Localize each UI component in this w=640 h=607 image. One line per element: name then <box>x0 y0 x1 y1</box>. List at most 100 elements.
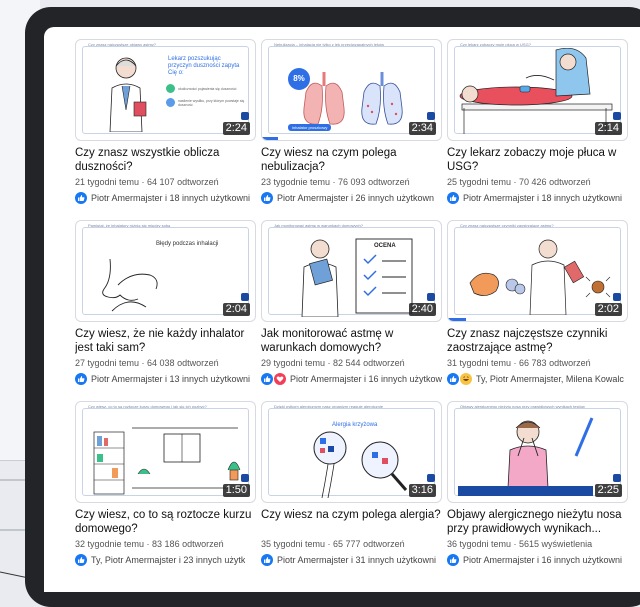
video-title[interactable]: Czy wiesz, że nie każdy inhalator jest t… <box>75 328 256 355</box>
reactions-text: Piotr Amermajster i 31 innych użytkowni <box>277 555 437 565</box>
like-icon <box>261 554 273 566</box>
video-thumbnail[interactable]: Czy wiesz, co to są roztocze kurzu domow… <box>75 401 256 503</box>
reactions-text: Piotr Amermajster i 13 innych użytkowni <box>91 374 251 384</box>
video-meta: 23 tygodnie temu · 76 093 odtworzeń <box>261 177 410 187</box>
thumbnail-heading: Błędy podczas inhalacji <box>156 241 219 247</box>
inhaler-label: inhalator proszkowy <box>288 124 332 131</box>
video-reactions[interactable]: Piotr Amermajster i 26 innych użytkown <box>261 192 442 204</box>
video-thumbnail[interactable]: Czy znasz najczęstsze czynniki zaostrzaj… <box>447 220 628 322</box>
doctor-illustration <box>109 57 147 132</box>
video-duration: 2:40 <box>408 303 436 316</box>
watch-progress-bar <box>448 318 466 321</box>
video-meta: 27 tygodni temu · 64 038 odtworzeń <box>75 358 219 368</box>
video-card[interactable]: Czy wiesz, co to są roztocze kurzu domow… <box>75 401 256 582</box>
reactions-text: Ty, Piotr Amermajster i 23 innych użytk <box>91 555 246 565</box>
thumbnail-heading: Lekarz pozszukując przyczyn duszności za… <box>168 56 240 76</box>
video-thumbnail[interactable]: Czy znasz najczęstsze objawy astmy? Leka… <box>75 39 256 141</box>
brand-logo-icon <box>613 112 621 120</box>
like-icon <box>447 373 459 385</box>
like-icon <box>75 373 87 385</box>
video-card[interactable]: Pamiętaj, że inhalatory różnią się międz… <box>75 220 256 401</box>
thumbnail-point-text: okoliczności pojawienia się duszności <box>178 86 237 91</box>
video-duration: 2:24 <box>222 122 250 135</box>
thumbnail-point-1: okoliczności pojawienia się duszności <box>166 84 248 93</box>
lungs-illustration <box>303 72 403 125</box>
video-meta: 35 tygodni temu · 65 777 odtworzeń <box>261 539 405 549</box>
brand-logo-icon <box>241 474 249 482</box>
video-thumbnail[interactable]: Nebulizacja – inhalacja nie tylko z lek … <box>261 39 442 141</box>
like-icon <box>447 192 459 204</box>
thumbnail-point-2: nasilenie wysiłku, przy którym powstaje … <box>166 98 248 107</box>
video-card[interactable]: Jak monitorować astmę w warunkach domowy… <box>261 220 442 401</box>
video-reactions[interactable]: Piotr Amermajster i 16 innych użytkowni <box>447 554 628 566</box>
video-thumbnail[interactable]: Czy lekarz zobaczy moje płuca w USG? 2:1… <box>447 39 628 141</box>
brand-logo-icon <box>241 112 249 120</box>
video-meta: 31 tygodni temu · 66 783 odtworzeń <box>447 358 591 368</box>
nose-inhalation-illustration <box>102 258 158 312</box>
watch-progress-bar <box>262 137 278 140</box>
video-meta: 36 tygodni temu · 5615 wyświetlenia <box>447 539 593 549</box>
video-title[interactable]: Czy znasz najczęstsze czynniki zaostrzaj… <box>447 328 628 355</box>
like-icon <box>447 554 459 566</box>
video-meta: 29 tygodni temu · 82 544 odtworzeń <box>261 358 405 368</box>
brand-logo-icon <box>613 474 621 482</box>
allergens-illustration <box>469 239 611 315</box>
video-title[interactable]: Czy wiesz na czym polega nebulizacja? <box>261 147 442 174</box>
video-reactions[interactable]: Piotr Amermajster i 31 innych użytkowni <box>261 554 442 566</box>
video-meta: 32 tygodnie temu · 83 186 odtworzeń <box>75 539 224 549</box>
video-title[interactable]: Czy wiesz na czym polega alergia? <box>261 509 442 536</box>
video-title[interactable]: Jak monitorować astmę w warunkach domowy… <box>261 328 442 355</box>
love-icon <box>274 373 286 385</box>
brand-logo-icon <box>427 474 435 482</box>
sneezing-person-illustration <box>507 417 594 488</box>
video-duration: 2:14 <box>594 122 622 135</box>
brand-logo-icon <box>427 293 435 301</box>
video-card[interactable]: Objawy alergicznego nieżytu nosa przy pr… <box>447 401 628 582</box>
reactions-text: Piotr Amermajster i 26 innych użytkown <box>277 193 435 203</box>
subtitle-bar <box>458 486 593 496</box>
video-thumbnail[interactable]: Dzięki pyłkom alergicznym nasz organizm … <box>261 401 442 503</box>
video-title[interactable]: Czy znasz wszystkie oblicza duszności? <box>75 147 256 174</box>
brand-logo-icon <box>613 293 621 301</box>
video-reactions[interactable]: Piotr Amermajster i 18 innych użytkowni <box>447 192 628 204</box>
video-reactions[interactable]: Piotr Amermajster i 18 innych użytkowni <box>75 192 256 204</box>
video-thumbnail[interactable]: Jak monitorować astmę w warunkach domowy… <box>261 220 442 322</box>
like-icon <box>75 192 87 204</box>
number-badge-icon <box>166 98 175 107</box>
like-icon <box>261 373 273 385</box>
video-meta: 21 tygodni temu · 64 107 odtworzeń <box>75 177 219 187</box>
video-card[interactable]: Czy znasz najczęstsze czynniki zaostrzaj… <box>447 220 628 401</box>
video-title[interactable]: Czy wiesz, co to są roztocze kurzu domow… <box>75 509 256 536</box>
video-card[interactable]: Czy znasz najczęstsze objawy astmy? Leka… <box>75 39 256 220</box>
thumbnail-point-text: nasilenie wysiłku, przy którym powstaje … <box>178 98 245 107</box>
video-reactions[interactable]: Ty, Piotr Amermajster i 23 innych użytk <box>75 554 256 566</box>
video-title[interactable]: Objawy alergicznego nieżytu nosa przy pr… <box>447 509 628 536</box>
reactions-text: Piotr Amermajster i 16 innych użytkowni <box>463 555 623 565</box>
brand-logo-icon <box>427 112 435 120</box>
video-card[interactable]: Nebulizacja – inhalacja nie tylko z lek … <box>261 39 442 220</box>
like-icon <box>75 554 87 566</box>
video-thumbnail[interactable]: Objawy alergicznego nieżytu nosa przy pr… <box>447 401 628 503</box>
like-icon <box>261 192 273 204</box>
video-grid: Czy znasz najczęstsze objawy astmy? Leka… <box>75 39 628 582</box>
video-reactions[interactable]: Ty, Piotr Amermajster, Milena Kowalc <box>447 373 628 385</box>
video-duration: 2:04 <box>222 303 250 316</box>
video-duration: 2:25 <box>594 484 622 497</box>
video-duration: 3:16 <box>408 484 436 497</box>
video-title[interactable]: Czy lekarz zobaczy moje płuca w USG? <box>447 147 628 174</box>
video-reactions[interactable]: Piotr Amermajster i 13 innych użytkowni <box>75 373 256 385</box>
video-duration: 2:34 <box>408 122 436 135</box>
video-thumbnail[interactable]: Pamiętaj, że inhalatory różnią się międz… <box>75 220 256 322</box>
haha-icon <box>460 373 472 385</box>
video-reactions[interactable]: Piotr Amermajster i 16 innych użytkow <box>261 373 442 385</box>
reactions-text: Piotr Amermajster i 16 innych użytkow <box>290 374 442 384</box>
video-duration: 1:50 <box>222 484 250 497</box>
reactions-text: Ty, Piotr Amermajster, Milena Kowalc <box>476 374 624 384</box>
video-duration: 2:02 <box>594 303 622 316</box>
thumbnail-heading: OCENA <box>374 243 396 249</box>
number-badge-icon <box>166 84 175 93</box>
video-card[interactable]: Dzięki pyłkom alergicznym nasz organizm … <box>261 401 442 582</box>
magnifier-illustration <box>313 431 408 498</box>
video-meta: 25 tygodni temu · 70 426 odtworzeń <box>447 177 591 187</box>
video-card[interactable]: Czy lekarz zobaczy moje płuca w USG? 2:1… <box>447 39 628 220</box>
